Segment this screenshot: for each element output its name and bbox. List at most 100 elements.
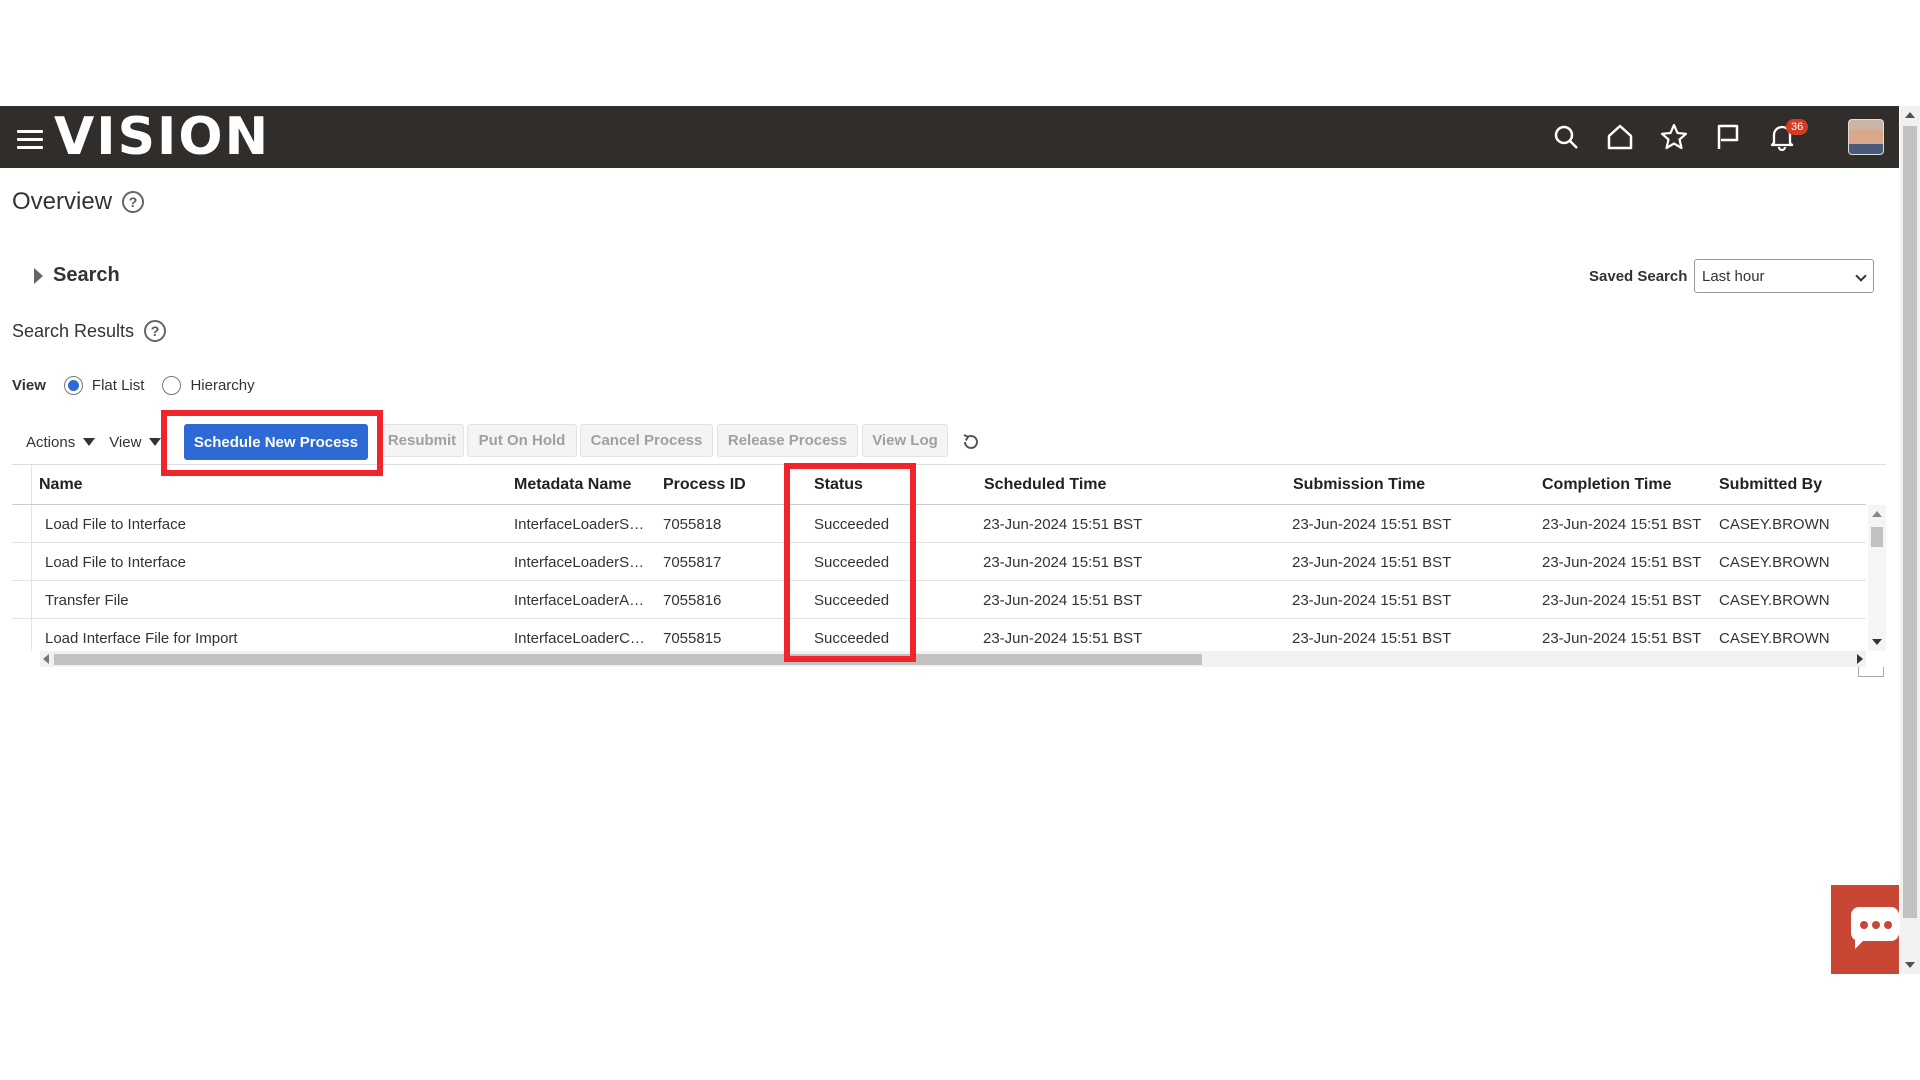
hierarchy-radio[interactable] (162, 376, 182, 395)
table-horizontal-scrollbar[interactable] (40, 651, 1866, 667)
view-mode-label: View (12, 377, 46, 394)
cell-submitted-by: CASEY.BROWN (1719, 554, 1830, 571)
column-header-submitted-by[interactable]: Submitted By (1719, 476, 1822, 494)
table-row[interactable]: Load Interface File for Import Interface… (12, 619, 1866, 651)
cell-status: Succeeded (814, 630, 890, 647)
flat-list-label: Flat List (91, 377, 145, 394)
column-header-name[interactable]: Name (39, 476, 83, 494)
search-icon[interactable] (1552, 123, 1580, 151)
table-vertical-scrollbar[interactable] (1868, 505, 1886, 651)
process-results-table: Name Metadata Name Process ID Status Sch… (12, 464, 1886, 677)
vision-logo[interactable]: VISION (54, 111, 270, 163)
cell-metadata-name: InterfaceLoaderS… (514, 516, 645, 533)
table-row[interactable]: Load File to Interface InterfaceLoaderS…… (12, 505, 1866, 543)
actions-menu-label: Actions (26, 433, 76, 451)
table-resize-handle[interactable] (1858, 667, 1884, 677)
chevron-down-icon (1855, 270, 1867, 282)
help-icon[interactable]: ? (122, 191, 145, 213)
view-mode-group: View Flat List Hierarchy (12, 376, 273, 395)
cell-completion-time: 23-Jun-2024 15:51 BST (1542, 630, 1702, 647)
cell-process-id: 7055816 (663, 592, 722, 609)
cell-status: Succeeded (814, 516, 890, 533)
results-toolbar: Actions View (26, 424, 175, 460)
cell-submission-time: 23-Jun-2024 15:51 BST (1292, 630, 1452, 647)
table-row[interactable]: Load File to Interface InterfaceLoaderS…… (12, 543, 1866, 581)
table-header: Name Metadata Name Process ID Status Sch… (12, 465, 1866, 505)
cell-metadata-name: InterfaceLoaderA… (514, 592, 645, 609)
cell-submitted-by: CASEY.BROWN (1719, 592, 1830, 609)
cell-metadata-name: InterfaceLoaderC… (514, 630, 645, 647)
user-avatar[interactable] (1848, 119, 1884, 155)
page-title: Overview ? (12, 188, 145, 216)
cell-completion-time: 23-Jun-2024 15:51 BST (1542, 592, 1702, 609)
column-header-scheduled-time[interactable]: Scheduled Time (984, 476, 1106, 494)
view-menu[interactable]: View (109, 433, 162, 451)
cell-scheduled-time: 23-Jun-2024 15:51 BST (983, 630, 1143, 647)
hierarchy-radio-option[interactable]: Hierarchy (162, 376, 255, 395)
cell-scheduled-time: 23-Jun-2024 15:51 BST (983, 592, 1143, 609)
table-row[interactable]: Transfer File InterfaceLoaderA… 7055816 … (12, 581, 1866, 619)
cell-scheduled-time: 23-Jun-2024 15:51 BST (983, 554, 1143, 571)
chat-launcher[interactable] (1831, 885, 1899, 974)
row-selector[interactable] (12, 543, 32, 580)
home-icon[interactable] (1606, 123, 1634, 151)
expand-triangle-icon (34, 267, 43, 284)
global-header: VISION 36 (0, 106, 1899, 168)
view-log-button[interactable]: View Log (862, 424, 948, 457)
notification-badge: 36 (1786, 119, 1809, 135)
search-label: Search (53, 264, 120, 286)
column-header-submission-time[interactable]: Submission Time (1293, 476, 1425, 494)
dropdown-arrow-icon (83, 438, 96, 446)
watchlist-flag-icon[interactable] (1714, 123, 1742, 151)
cell-completion-time: 23-Jun-2024 15:51 BST (1542, 554, 1702, 571)
cancel-process-button[interactable]: Cancel Process (580, 424, 713, 457)
view-menu-label: View (109, 433, 142, 451)
row-selector[interactable] (12, 619, 32, 651)
dropdown-arrow-icon (149, 438, 162, 446)
cell-process-id: 7055817 (663, 554, 722, 571)
cell-name[interactable]: Transfer File (45, 592, 129, 609)
flat-list-radio-option[interactable]: Flat List (63, 376, 145, 395)
row-selector-header (12, 465, 32, 504)
resubmit-button[interactable]: Resubmit (380, 424, 464, 457)
favorites-star-icon[interactable] (1660, 123, 1688, 151)
page-title-text: Overview (12, 188, 113, 215)
cell-metadata-name: InterfaceLoaderS… (514, 554, 645, 571)
cell-name[interactable]: Load File to Interface (45, 554, 186, 571)
saved-search-select[interactable]: Last hour (1694, 259, 1874, 293)
cell-submission-time: 23-Jun-2024 15:51 BST (1292, 554, 1452, 571)
cell-status: Succeeded (814, 554, 890, 571)
column-header-metadata-name[interactable]: Metadata Name (514, 476, 631, 494)
row-selector[interactable] (12, 505, 32, 542)
hierarchy-label: Hierarchy (190, 377, 255, 394)
search-results-text: Search Results (12, 320, 135, 341)
column-header-status[interactable]: Status (814, 476, 863, 494)
row-selector[interactable] (12, 581, 32, 618)
cell-completion-time: 23-Jun-2024 15:51 BST (1542, 516, 1702, 533)
page-scrollbar[interactable] (1900, 106, 1920, 974)
menu-icon[interactable] (17, 130, 43, 150)
saved-search-value: Last hour (1702, 268, 1765, 285)
schedule-new-process-button[interactable]: Schedule New Process (184, 424, 368, 460)
search-results-title: Search Results ? (12, 320, 167, 342)
chat-bubble-icon (1851, 907, 1899, 949)
refresh-icon[interactable] (961, 432, 981, 452)
cell-submission-time: 23-Jun-2024 15:51 BST (1292, 516, 1452, 533)
flat-list-radio[interactable] (63, 376, 83, 395)
put-on-hold-button[interactable]: Put On Hold (467, 424, 577, 457)
cell-name[interactable]: Load Interface File for Import (45, 630, 238, 647)
cell-process-id: 7055815 (663, 630, 722, 647)
cell-process-id: 7055818 (663, 516, 722, 533)
cell-status: Succeeded (814, 592, 890, 609)
cell-submitted-by: CASEY.BROWN (1719, 516, 1830, 533)
cell-name[interactable]: Load File to Interface (45, 516, 186, 533)
saved-search-label: Saved Search (1589, 268, 1688, 285)
cell-submitted-by: CASEY.BROWN (1719, 630, 1830, 647)
column-header-completion-time[interactable]: Completion Time (1542, 476, 1672, 494)
column-header-process-id[interactable]: Process ID (663, 476, 746, 494)
actions-menu[interactable]: Actions (26, 433, 96, 451)
help-icon[interactable]: ? (144, 320, 167, 342)
search-disclosure[interactable]: Search (34, 264, 120, 287)
cell-scheduled-time: 23-Jun-2024 15:51 BST (983, 516, 1143, 533)
release-process-button[interactable]: Release Process (717, 424, 858, 457)
